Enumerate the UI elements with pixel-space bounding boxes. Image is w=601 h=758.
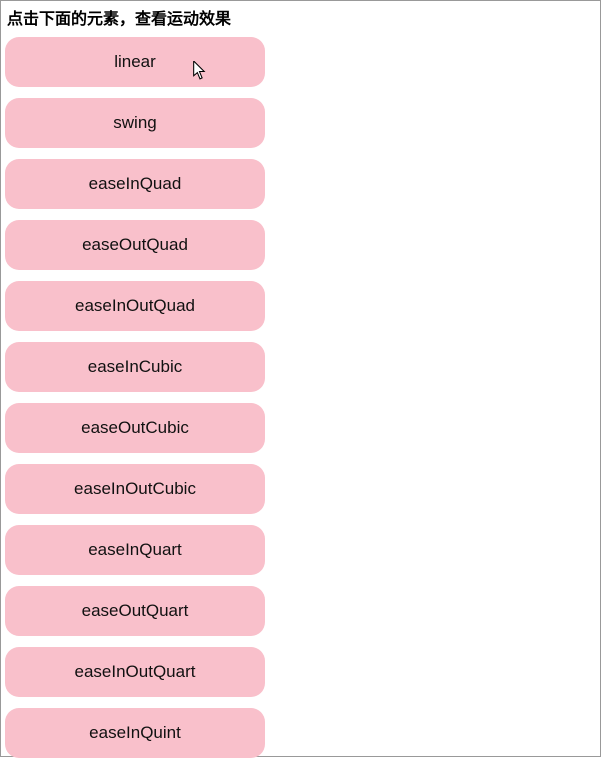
easing-button-easeinoutquart[interactable]: easeInOutQuart (5, 647, 265, 697)
easing-label: easeOutQuad (82, 235, 188, 255)
easing-button-easeoutquart[interactable]: easeOutQuart (5, 586, 265, 636)
easing-label: easeInQuint (89, 723, 181, 743)
easing-button-easeinquart[interactable]: easeInQuart (5, 525, 265, 575)
easing-button-swing[interactable]: swing (5, 98, 265, 148)
easing-list: linear swing easeInQuad easeOutQuad ease… (1, 37, 600, 758)
easing-button-easeinoutcubic[interactable]: easeInOutCubic (5, 464, 265, 514)
easing-label: easeInOutQuart (75, 662, 196, 682)
easing-button-easeinoutquad[interactable]: easeInOutQuad (5, 281, 265, 331)
easing-label: easeInOutQuad (75, 296, 195, 316)
easing-label: easeInQuad (89, 174, 182, 194)
page-heading: 点击下面的元素，查看运动效果 (1, 1, 600, 37)
easing-button-linear[interactable]: linear (5, 37, 265, 87)
easing-button-easeinquad[interactable]: easeInQuad (5, 159, 265, 209)
easing-button-easeincubic[interactable]: easeInCubic (5, 342, 265, 392)
easing-label: easeInOutCubic (74, 479, 196, 499)
easing-label: easeInCubic (88, 357, 183, 377)
easing-button-easeinquint[interactable]: easeInQuint (5, 708, 265, 758)
easing-button-easeoutcubic[interactable]: easeOutCubic (5, 403, 265, 453)
easing-label: swing (113, 113, 156, 133)
easing-label: easeOutCubic (81, 418, 189, 438)
easing-label: easeInQuart (88, 540, 182, 560)
easing-label: easeOutQuart (82, 601, 189, 621)
easing-button-easeoutquad[interactable]: easeOutQuad (5, 220, 265, 270)
easing-label: linear (114, 52, 156, 72)
